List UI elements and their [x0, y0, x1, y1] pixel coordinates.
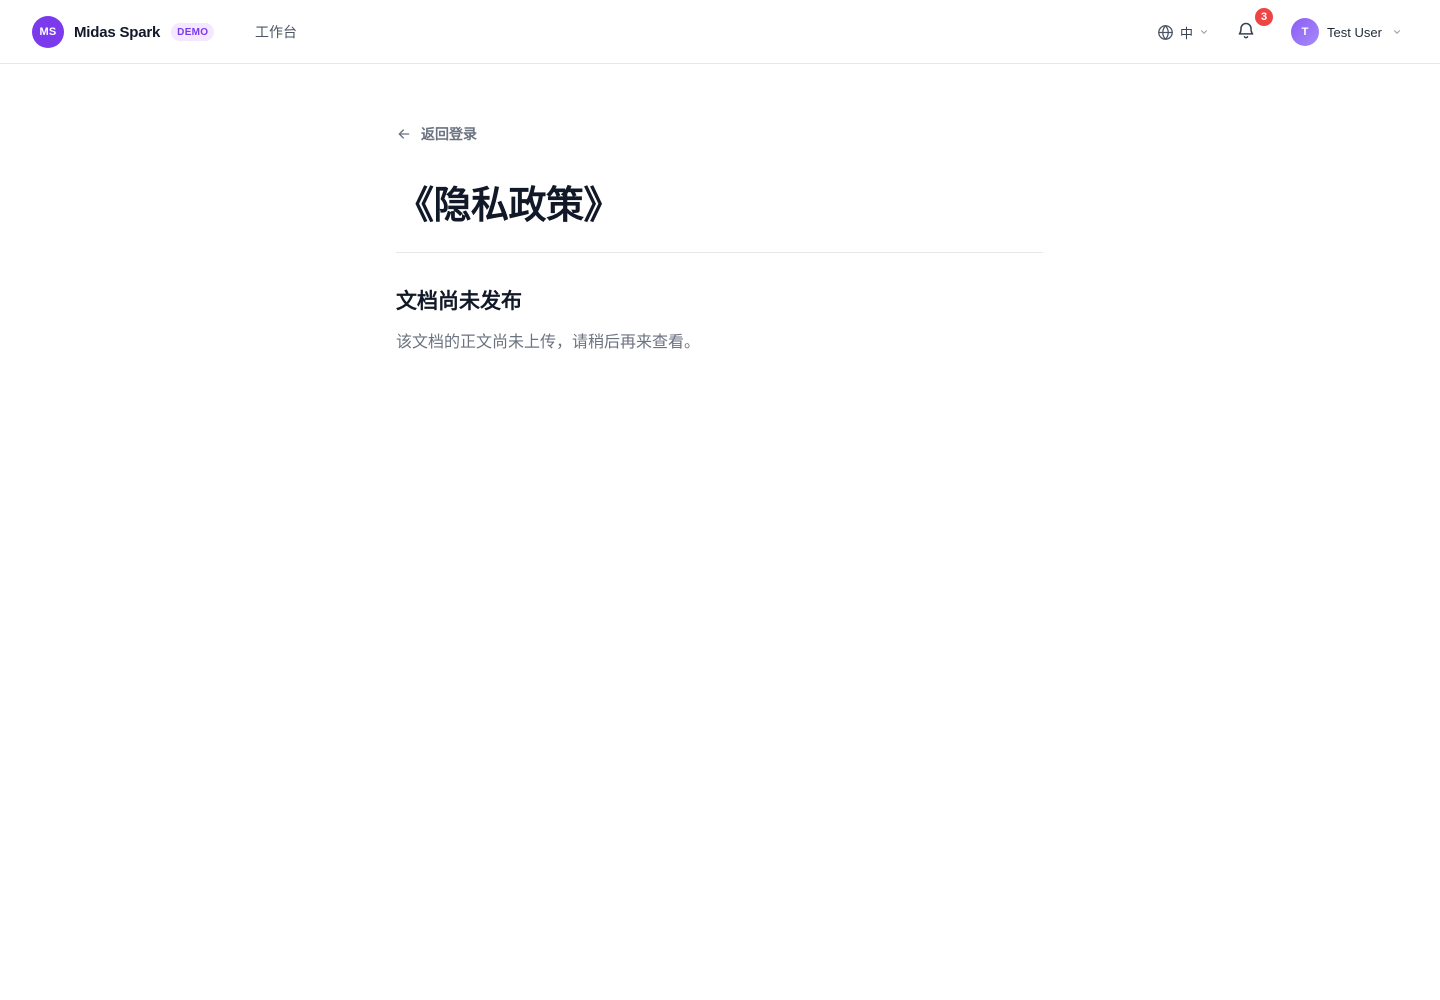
chevron-down-icon	[1393, 30, 1400, 34]
bell-icon	[1238, 22, 1254, 39]
title-divider	[396, 252, 1043, 253]
user-name[interactable]: Test User	[1327, 25, 1382, 40]
globe-icon	[1158, 24, 1173, 40]
brand-logo[interactable]: MS	[32, 16, 64, 48]
back-to-login-link[interactable]: 返回登录	[396, 125, 477, 143]
brand[interactable]: MS Midas Spark DEMO	[32, 16, 215, 48]
top-navigation-bar: MS Midas Spark DEMO 工作台 中 3 T Test User	[0, 0, 1440, 64]
language-current: 中	[1180, 25, 1194, 41]
arrow-left-icon	[398, 129, 410, 139]
unpublished-notice-body: 该文档的正文尚未上传，请稍后再来查看。	[396, 334, 701, 351]
notification-count-badge: 3	[1255, 8, 1273, 26]
demo-badge: DEMO	[171, 23, 215, 41]
notifications-button[interactable]: 3	[1236, 8, 1273, 44]
back-link-label: 返回登录	[421, 126, 477, 142]
page-title: 《隐私政策》	[396, 185, 622, 227]
avatar[interactable]: T	[1291, 18, 1319, 46]
brand-name[interactable]: Midas Spark	[74, 24, 160, 41]
user-menu[interactable]: T Test User	[1291, 18, 1402, 46]
nav-item-workbench[interactable]: 工作台	[255, 22, 297, 42]
language-switcher[interactable]: 中	[1157, 22, 1209, 42]
unpublished-notice-heading: 文档尚未发布	[396, 290, 522, 313]
chevron-down-icon	[1200, 30, 1208, 34]
